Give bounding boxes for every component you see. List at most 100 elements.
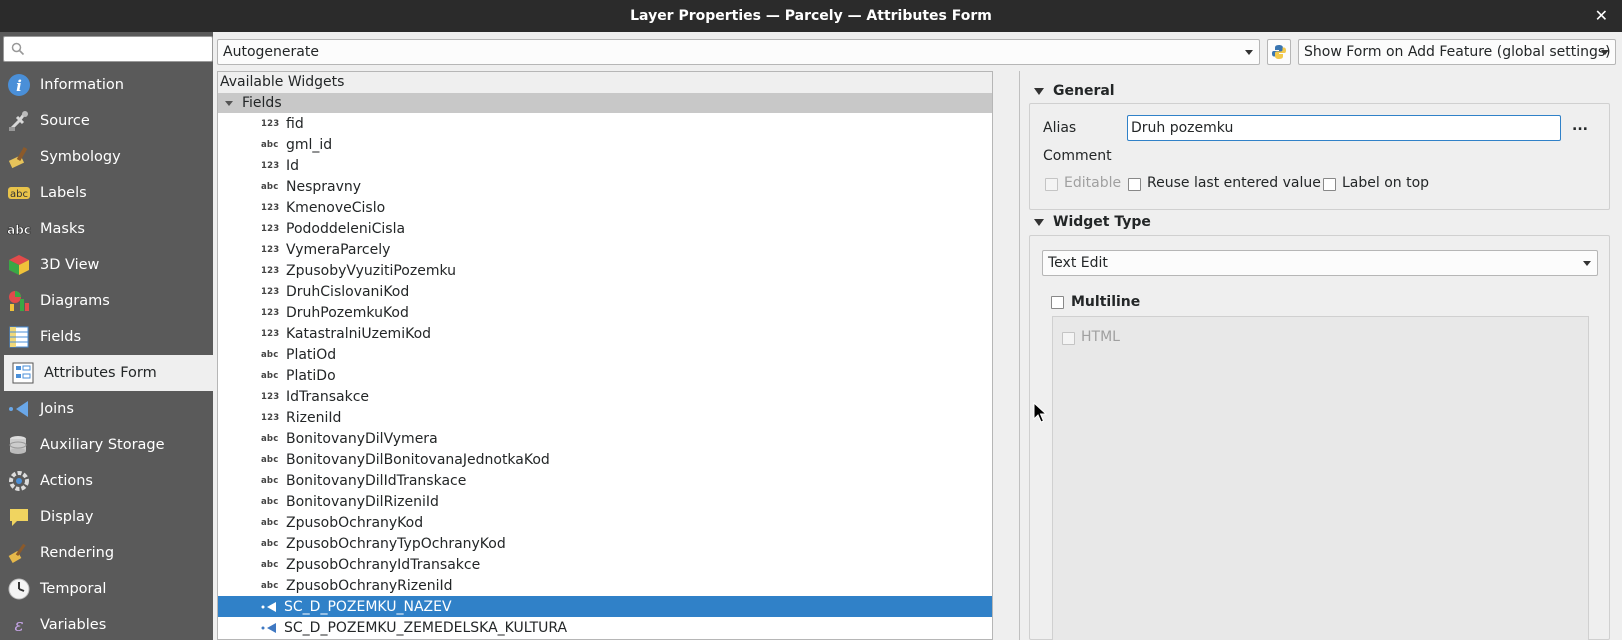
field-name: DruhPozemkuKod <box>286 304 409 321</box>
sidebar-item-masks[interactable]: abc Masks <box>0 211 213 247</box>
layout-mode-select[interactable]: Autogenerate <box>217 39 1260 65</box>
reuse-last-value-checkbox[interactable] <box>1128 178 1141 191</box>
field-name: ZpusobOchranyRizeniId <box>286 577 453 594</box>
sidebar-item-temporal[interactable]: Temporal <box>0 571 213 607</box>
sidebar-item-source[interactable]: Source <box>0 103 213 139</box>
field-name: BonitovanyDilBonitovanaJednotkaKod <box>286 451 550 468</box>
expand-triangle-icon[interactable] <box>225 100 233 106</box>
tree-row-field[interactable]: 123 DruhPozemkuKod <box>218 302 992 323</box>
temporal-icon <box>6 576 32 602</box>
sidebar-item-joins[interactable]: Joins <box>0 391 213 427</box>
tree-row-field[interactable]: 123 KatastralniUzemiKod <box>218 323 992 344</box>
field-name: gml_id <box>286 136 333 153</box>
tree-row-field[interactable]: abc BonitovanyDilIdTranskace <box>218 470 992 491</box>
sidebar-item-variables[interactable]: ε Variables <box>0 607 213 640</box>
source-icon <box>6 108 32 134</box>
collapse-triangle-icon <box>1034 87 1044 95</box>
widget-type-group-header[interactable]: Widget Type <box>1034 214 1151 230</box>
tree-row-field[interactable]: 123 VymeraParcely <box>218 239 992 260</box>
html-checkbox[interactable] <box>1062 332 1075 345</box>
python-init-button[interactable] <box>1267 39 1291 65</box>
attributes-form-icon <box>10 360 36 386</box>
tree-row-field[interactable]: 123 ZpusobyVyuzitiPozemku <box>218 260 992 281</box>
numeric-type-icon: 123 <box>261 286 280 297</box>
numeric-type-icon: 123 <box>261 307 280 318</box>
tree-row-field[interactable]: 123 Id <box>218 155 992 176</box>
field-name: RizeniId <box>286 409 342 426</box>
sidebar-item-diagrams[interactable]: Diagrams <box>0 283 213 319</box>
widget-type-select[interactable]: Text Edit <box>1042 250 1598 276</box>
numeric-type-icon: 123 <box>261 223 280 234</box>
tree-row-field[interactable]: 123 RizeniId <box>218 407 992 428</box>
sidebar-item-label: Temporal <box>40 581 107 597</box>
editable-checkbox[interactable] <box>1045 178 1058 191</box>
numeric-type-icon: 123 <box>261 160 280 171</box>
sidebar-item-label: 3D View <box>40 257 100 273</box>
tree-row-field[interactable]: abc BonitovanyDilVymera <box>218 428 992 449</box>
field-name: DruhCislovaniKod <box>286 283 410 300</box>
field-name: SC_D_POZEMKU_NAZEV <box>284 598 452 615</box>
tree-row-field[interactable]: abc ZpusobOchranyTypOchranyKod <box>218 533 992 554</box>
field-name: Nespravny <box>286 178 362 195</box>
multiline-label: Multiline <box>1071 294 1141 310</box>
field-name: PlatiDo <box>286 367 336 384</box>
sidebar-item-3d-view[interactable]: 3D View <box>0 247 213 283</box>
sidebar-item-display[interactable]: Display <box>0 499 213 535</box>
sidebar-search[interactable] <box>3 36 213 62</box>
text-type-icon: abc <box>261 580 279 591</box>
tree-row-field[interactable]: abc gml_id <box>218 134 992 155</box>
sidebar-item-information[interactable]: i Information <box>0 67 213 103</box>
tree-row-field[interactable]: abc PlatiOd <box>218 344 992 365</box>
tree-row-field[interactable]: 123 KmenoveCislo <box>218 197 992 218</box>
search-icon <box>11 42 25 56</box>
mouse-cursor-icon <box>1033 402 1047 423</box>
tree-row-field[interactable]: abc ZpusobOchranyKod <box>218 512 992 533</box>
field-name: KatastralniUzemiKod <box>286 325 432 342</box>
available-widgets-tree[interactable]: Available Widgets Fields 123 fid abc gml_id… <box>217 71 993 640</box>
label-on-top-checkbox[interactable] <box>1323 178 1336 191</box>
alias-expression-button[interactable]: ... <box>1572 118 1588 134</box>
sidebar-item-rendering[interactable]: Rendering <box>0 535 213 571</box>
tree-row-field[interactable]: abc ZpusobOchranyIdTransakce <box>218 554 992 575</box>
search-input[interactable] <box>26 39 210 59</box>
numeric-type-icon: 123 <box>261 202 280 213</box>
tree-row-field[interactable]: 123 DruhCislovaniKod <box>218 281 992 302</box>
field-name: PlatiOd <box>286 346 337 363</box>
text-type-icon: abc <box>261 559 279 570</box>
alias-input[interactable]: Druh pozemku <box>1127 115 1561 141</box>
sidebar-item-attributes-form[interactable]: Attributes Form <box>4 355 213 391</box>
editable-label: Editable <box>1064 175 1122 191</box>
tree-row-field[interactable]: SC_D_POZEMKU_ZEMEDELSKA_KULTURA <box>218 617 992 638</box>
multiline-checkbox[interactable] <box>1051 296 1064 309</box>
sidebar-item-actions[interactable]: Actions <box>0 463 213 499</box>
field-name: SC_D_POZEMKU_ZEMEDELSKA_KULTURA <box>284 619 568 636</box>
rendering-icon <box>6 540 32 566</box>
sidebar-item-fields[interactable]: Fields <box>0 319 213 355</box>
field-name: BonitovanyDilIdTranskace <box>286 472 467 489</box>
close-icon[interactable]: ✕ <box>1595 6 1608 25</box>
tree-row-field[interactable]: SC_D_POZEMKU_NAZEV <box>218 596 992 617</box>
tree-row-field[interactable]: abc BonitovanyDilBonitovanaJednotkaKod <box>218 449 992 470</box>
tree-node-fields[interactable]: Fields <box>218 93 992 113</box>
3d-view-icon <box>6 252 32 278</box>
tree-row-field[interactable]: abc Nespravny <box>218 176 992 197</box>
tree-row-field[interactable]: abc ZpusobOchranyRizeniId <box>218 575 992 596</box>
tree-row-field[interactable]: 123 fid <box>218 113 992 134</box>
tree-row-field[interactable]: abc BonitovanyDilRizeniId <box>218 491 992 512</box>
actions-icon <box>6 468 32 494</box>
general-group-header[interactable]: General <box>1034 83 1115 99</box>
sidebar-item-symbology[interactable]: Symbology <box>0 139 213 175</box>
sidebar-item-label: Auxiliary Storage <box>40 437 165 453</box>
field-name: KmenoveCislo <box>286 199 386 216</box>
join-field-icon <box>261 622 281 634</box>
tree-row-field[interactable]: 123 IdTransakce <box>218 386 992 407</box>
tree-row-field[interactable]: abc PlatiDo <box>218 365 992 386</box>
sidebar-item-auxiliary-storage[interactable]: Auxiliary Storage <box>0 427 213 463</box>
form-mode-select[interactable]: Show Form on Add Feature (global setting… <box>1298 39 1616 65</box>
sidebar-item-label: Source <box>40 113 90 129</box>
labels-icon: abc <box>6 180 32 206</box>
sidebar-item-label: Labels <box>40 185 87 201</box>
sidebar-item-labels[interactable]: abc Labels <box>0 175 213 211</box>
text-type-icon: abc <box>261 496 279 507</box>
tree-row-field[interactable]: 123 PododdeleniCisla <box>218 218 992 239</box>
